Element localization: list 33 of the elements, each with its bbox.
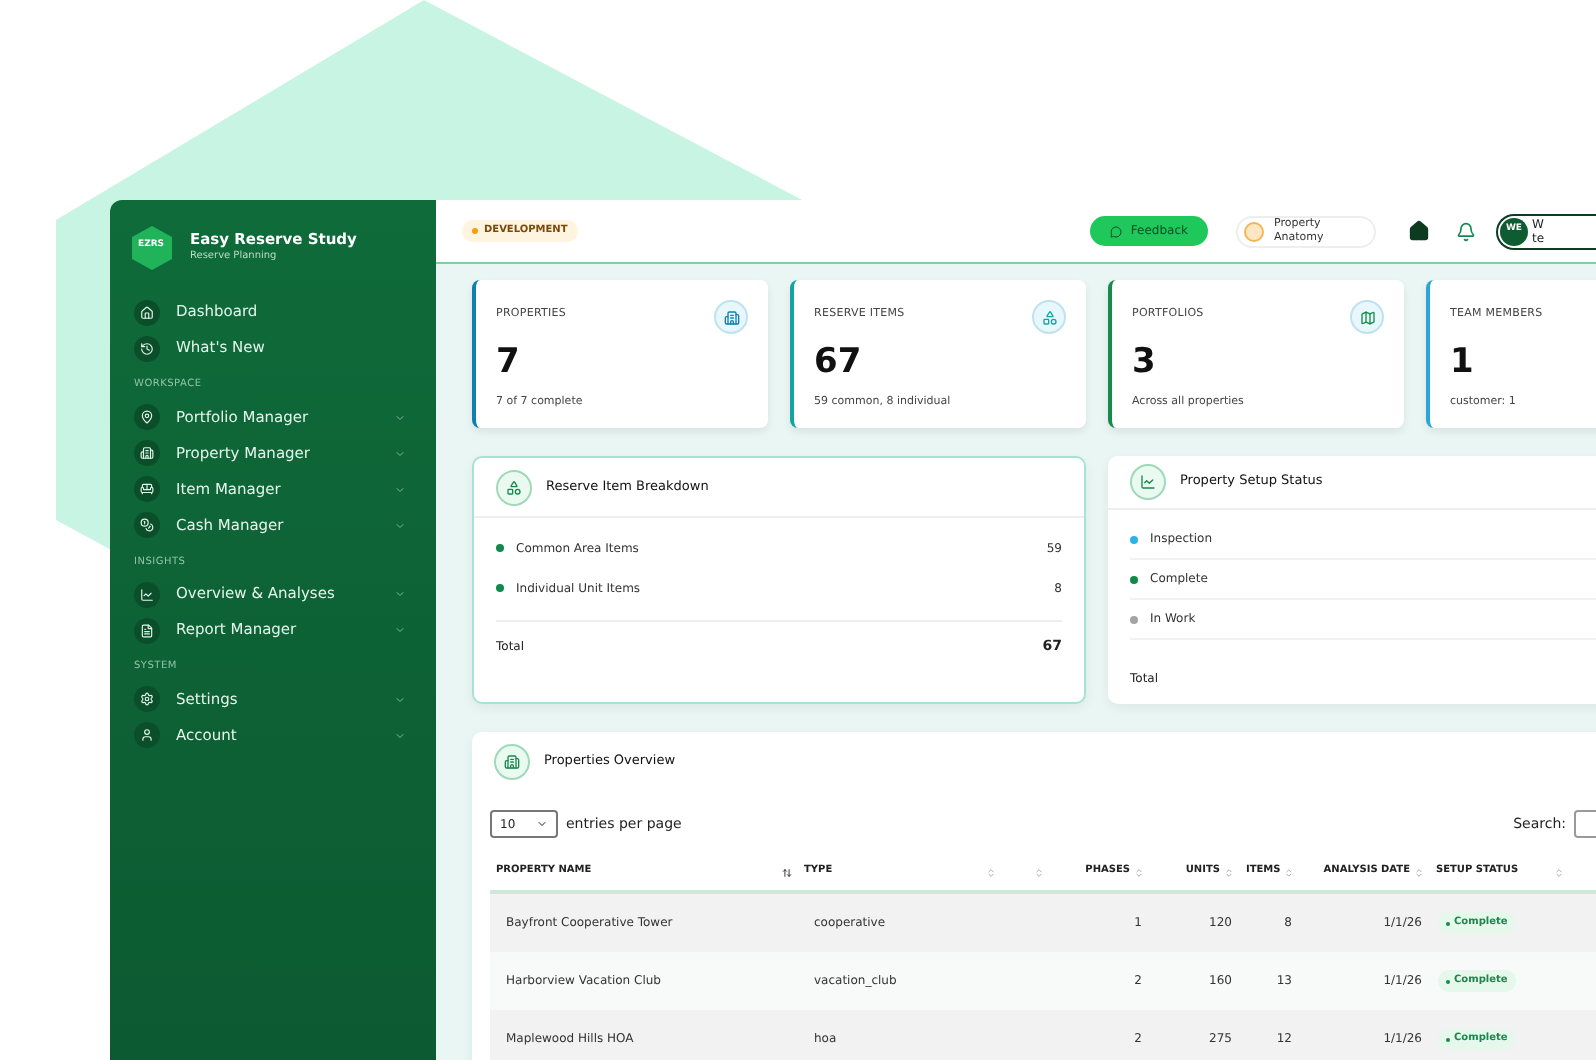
building-icon xyxy=(723,309,739,325)
chevron-icon xyxy=(394,447,406,459)
chevron-icon xyxy=(394,588,406,600)
document-icon xyxy=(140,623,154,637)
logo-icon xyxy=(130,226,174,270)
chevron-icon xyxy=(394,729,406,741)
sofa-icon xyxy=(140,482,154,496)
chart-icon xyxy=(140,587,154,601)
home-icon xyxy=(140,305,154,319)
history-icon xyxy=(140,341,154,355)
shapes-icon xyxy=(496,469,532,505)
chevron-icon xyxy=(394,519,406,531)
notification-bell-icon[interactable] xyxy=(1456,221,1476,241)
home-icon[interactable] xyxy=(1408,220,1430,242)
stat-value: 3 xyxy=(1132,342,1158,382)
chat-icon xyxy=(1110,225,1123,237)
pin-icon xyxy=(140,410,154,424)
chevron-icon xyxy=(536,818,548,830)
user-icon xyxy=(140,728,154,742)
stat-value: 7 xyxy=(496,342,522,382)
chevron-icon xyxy=(394,624,406,636)
chevron-icon xyxy=(394,693,406,705)
map-icon xyxy=(1359,309,1375,325)
company-logo-icon xyxy=(1244,221,1264,241)
settings-icon xyxy=(140,692,154,706)
stat-value: 1 xyxy=(1450,342,1476,382)
building-icon xyxy=(494,744,530,780)
building-icon xyxy=(140,446,154,460)
chevron-icon xyxy=(394,411,406,423)
chevron-icon xyxy=(394,483,406,495)
coins-icon xyxy=(140,518,154,532)
shapes-icon xyxy=(1041,309,1057,325)
stat-value: 67 xyxy=(814,342,864,382)
